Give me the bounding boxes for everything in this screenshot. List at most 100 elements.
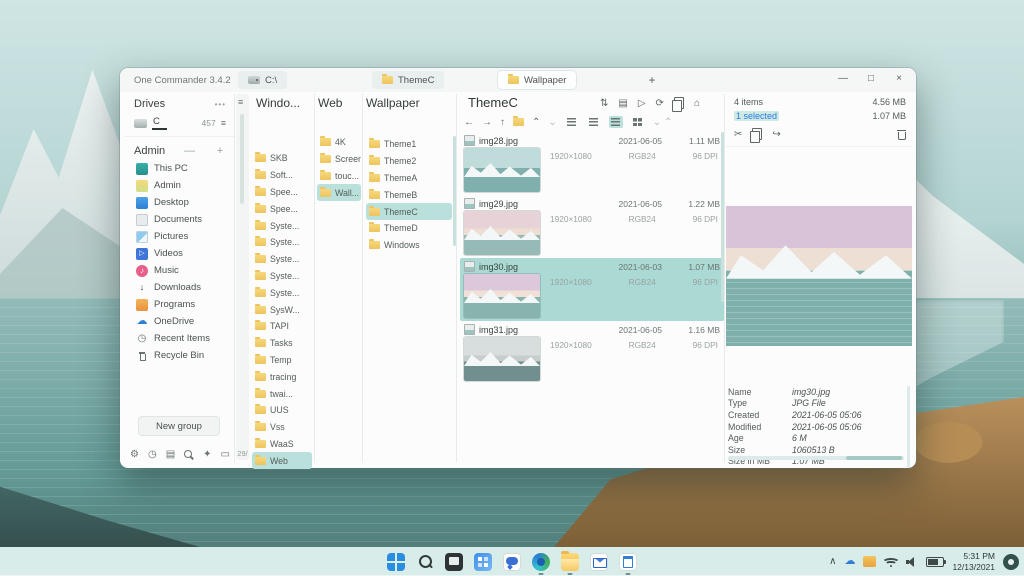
- window-titlebar[interactable]: One Commander 3.4.2 C:\ ThemeC Wallpaper…: [120, 68, 916, 92]
- sidebar-item-videos[interactable]: ▷Videos: [124, 245, 234, 262]
- column-menu-icon[interactable]: ≡: [238, 97, 243, 107]
- folder-system3[interactable]: Syste...: [252, 251, 312, 268]
- file-row-img30-selected[interactable]: img30.jpg 2021-06-03 1.07 MB 1920×1080 R…: [460, 258, 724, 321]
- close-button[interactable]: ×: [890, 73, 908, 84]
- battery-icon[interactable]: [926, 557, 944, 567]
- folder-system[interactable]: Syste...: [252, 217, 312, 234]
- taskbar-search-icon[interactable]: [416, 553, 434, 571]
- tray-app-icon[interactable]: [863, 556, 876, 567]
- folder-tracing[interactable]: tracing: [252, 368, 312, 385]
- refresh-icon[interactable]: ⟳: [656, 98, 664, 109]
- new-tab-button[interactable]: +: [642, 71, 662, 89]
- start-button-icon[interactable]: [387, 553, 405, 571]
- tab-wallpaper[interactable]: Wallpaper: [498, 71, 576, 89]
- add-group-item-button[interactable]: +: [214, 145, 226, 157]
- view-list-icon[interactable]: [565, 116, 579, 128]
- sidebar-item-recent-items[interactable]: ◷Recent Items: [124, 330, 234, 347]
- column-title-web[interactable]: Web: [318, 96, 342, 110]
- sidebar-item-desktop[interactable]: Desktop: [124, 194, 234, 211]
- tab-c-drive[interactable]: C:\: [238, 71, 287, 89]
- folder-windows[interactable]: Windows: [366, 237, 452, 254]
- folder-speech2[interactable]: Spee...: [252, 200, 312, 217]
- clock[interactable]: 5:31 PM 12/13/2021: [952, 551, 995, 572]
- window-mode-icon[interactable]: ▭: [221, 449, 230, 460]
- play-icon[interactable]: ▷: [638, 98, 646, 109]
- view-thumbnails-icon[interactable]: [609, 116, 623, 128]
- edge-browser-icon[interactable]: [532, 553, 550, 571]
- folder-vss[interactable]: Vss: [252, 419, 312, 436]
- wifi-icon[interactable]: [884, 556, 898, 567]
- widgets-icon[interactable]: [474, 553, 492, 571]
- folder-uus[interactable]: UUS: [252, 402, 312, 419]
- folder-themeb[interactable]: ThemeB: [366, 186, 452, 203]
- view-details-icon[interactable]: [587, 116, 601, 128]
- file-row-img29[interactable]: img29.jpg 2021-06-05 1.22 MB 1920×1080 R…: [460, 195, 724, 258]
- drive-c-row[interactable]: C 457 ≡: [124, 112, 234, 137]
- folder-temp[interactable]: Temp: [252, 352, 312, 369]
- folder-system2[interactable]: Syste...: [252, 234, 312, 251]
- sidebar-item-admin[interactable]: Admin: [124, 177, 234, 194]
- folder-speech[interactable]: Spee...: [252, 184, 312, 201]
- folder-waas[interactable]: WaaS: [252, 436, 312, 453]
- folder-wallpaper-selected[interactable]: Wall...: [317, 184, 361, 201]
- tray-chevron-icon[interactable]: ∧: [829, 557, 836, 567]
- folder-theme2[interactable]: Theme2: [366, 153, 452, 170]
- details-horizontal-scrollbar[interactable]: [728, 456, 904, 460]
- settings-gear-icon[interactable]: ⚙: [130, 449, 139, 460]
- tools-icon[interactable]: ✦: [203, 449, 211, 460]
- folder-twain[interactable]: twai...: [252, 385, 312, 402]
- folder-system4[interactable]: Syste...: [252, 268, 312, 285]
- sidebar-item-programs[interactable]: Programs: [124, 296, 234, 313]
- parent-folders-strip[interactable]: ≡ 29/: [236, 94, 249, 460]
- file-row-img28[interactable]: img28.jpg 2021-06-05 1.11 MB 1920×1080 R…: [460, 132, 724, 195]
- more-options-icon[interactable]: ⌄ ⌃: [653, 117, 673, 128]
- task-view-icon[interactable]: [445, 553, 463, 571]
- one-commander-taskbar-icon[interactable]: [619, 553, 637, 571]
- selected-count[interactable]: 1 selected: [734, 111, 779, 121]
- folder-screen[interactable]: Screen: [317, 151, 361, 168]
- folder-tasks[interactable]: Tasks: [252, 335, 312, 352]
- new-group-button[interactable]: New group: [138, 416, 220, 436]
- mail-icon[interactable]: [590, 553, 608, 571]
- sidebar-item-onedrive[interactable]: ☁OneDrive: [124, 313, 234, 330]
- chat-icon[interactable]: [503, 553, 521, 571]
- delete-icon[interactable]: [897, 129, 906, 140]
- folder-software[interactable]: Soft...: [252, 167, 312, 184]
- expand-icon[interactable]: ⌃: [532, 117, 540, 128]
- sidebar-item-downloads[interactable]: ↓Downloads: [124, 279, 234, 296]
- collapse-group-button[interactable]: —: [184, 145, 196, 157]
- sidebar-item-music[interactable]: ♪Music: [124, 262, 234, 279]
- sidebar-item-recycle-bin[interactable]: Recycle Bin: [124, 347, 234, 364]
- folder-4k[interactable]: 4K: [317, 134, 361, 151]
- folder-tapi[interactable]: TAPI: [252, 318, 312, 335]
- layout-columns-icon[interactable]: ▤: [166, 449, 175, 460]
- notification-bell-icon[interactable]: [1003, 554, 1019, 570]
- minimize-button[interactable]: —: [834, 73, 852, 84]
- strip-scrollbar[interactable]: [240, 114, 244, 204]
- folder-themec-selected[interactable]: ThemeC: [366, 203, 452, 220]
- select-list-icon[interactable]: ▤: [618, 98, 627, 109]
- folder-touch[interactable]: touc...: [317, 168, 361, 185]
- folder-system5[interactable]: Syste...: [252, 284, 312, 301]
- search-icon[interactable]: [184, 450, 194, 460]
- forward-icon[interactable]: →: [482, 117, 492, 128]
- pane-title[interactable]: ThemeC: [468, 95, 518, 110]
- maximize-button[interactable]: □: [862, 73, 880, 84]
- folder-skb[interactable]: SKB: [252, 150, 312, 167]
- folder-up-icon[interactable]: [513, 118, 524, 126]
- drive-menu-icon[interactable]: ≡: [221, 118, 226, 128]
- clone-tab-icon[interactable]: [674, 97, 684, 109]
- sidebar-item-documents[interactable]: Documents: [124, 211, 234, 228]
- sidebar-item-pictures[interactable]: Pictures: [124, 228, 234, 245]
- folder-web-selected[interactable]: Web: [252, 452, 312, 469]
- move-icon[interactable]: ↪: [772, 129, 780, 140]
- details-scrollbar[interactable]: [907, 386, 910, 468]
- sort-icon[interactable]: ⇅: [600, 98, 608, 109]
- history-clock-icon[interactable]: ◷: [148, 449, 157, 460]
- sidebar-item-this-pc[interactable]: This PC: [124, 160, 234, 177]
- copy-icon[interactable]: [752, 128, 762, 140]
- folder-syswow[interactable]: SysW...: [252, 301, 312, 318]
- folder-themed[interactable]: ThemeD: [366, 220, 452, 237]
- home-icon[interactable]: ⌂: [694, 98, 700, 109]
- volume-icon[interactable]: [906, 557, 918, 567]
